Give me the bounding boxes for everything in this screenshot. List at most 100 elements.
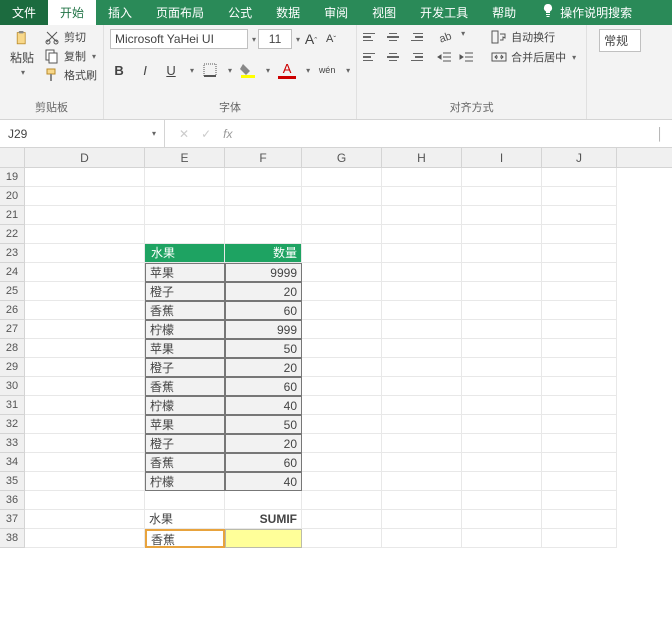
cell[interactable] [462,510,542,529]
merge-center-button[interactable]: 合并后居中▾ [491,49,576,65]
italic-button[interactable]: I [136,63,154,78]
cell[interactable] [25,301,145,320]
cell[interactable] [302,377,382,396]
column-header[interactable]: I [462,148,542,167]
row-header[interactable]: 21 [0,206,25,225]
cut-button[interactable]: 剪切 [44,29,97,45]
row-header[interactable]: 29 [0,358,25,377]
tab-data[interactable]: 数据 [264,0,312,25]
borders-button[interactable] [202,62,218,78]
cell[interactable] [542,510,617,529]
cell[interactable] [542,339,617,358]
cell[interactable] [302,472,382,491]
cell[interactable] [145,168,225,187]
row-header[interactable]: 22 [0,225,25,244]
cell[interactable]: 橙子 [145,282,225,301]
cell[interactable] [382,339,462,358]
cell[interactable] [382,282,462,301]
cell[interactable]: 50 [225,339,302,358]
cell[interactable]: 水果 [145,510,225,529]
cell[interactable] [302,244,382,263]
cell[interactable]: 40 [225,396,302,415]
cell[interactable] [542,225,617,244]
cell[interactable] [462,472,542,491]
cell[interactable] [462,529,542,548]
tab-formulas[interactable]: 公式 [216,0,264,25]
row-header[interactable]: 27 [0,320,25,339]
cell[interactable] [542,434,617,453]
cell[interactable] [25,396,145,415]
bold-button[interactable]: B [110,63,128,78]
cell[interactable] [145,187,225,206]
cell[interactable] [462,491,542,510]
cell[interactable] [302,263,382,282]
cell[interactable] [382,453,462,472]
increase-font-button[interactable]: Aˆ [302,31,320,47]
column-header[interactable]: G [302,148,382,167]
cell[interactable] [25,206,145,225]
cell[interactable] [145,491,225,510]
tab-help[interactable]: 帮助 [480,0,528,25]
cell[interactable] [542,282,617,301]
align-left-button[interactable] [363,49,379,65]
paste-button[interactable]: 粘贴 ▾ [6,29,38,79]
cell[interactable] [302,491,382,510]
underline-button[interactable]: U [162,63,180,78]
cell[interactable] [382,396,462,415]
cell[interactable] [25,320,145,339]
row-header[interactable]: 30 [0,377,25,396]
cell[interactable] [382,225,462,244]
cell[interactable]: 60 [225,453,302,472]
select-all-corner[interactable] [0,148,25,167]
cell[interactable] [302,282,382,301]
cell[interactable] [302,434,382,453]
tab-page-layout[interactable]: 页面布局 [144,0,216,25]
cell[interactable]: 数量 [225,244,302,263]
cell[interactable] [25,491,145,510]
cell[interactable] [382,187,462,206]
cell[interactable] [542,244,617,263]
tab-insert[interactable]: 插入 [96,0,144,25]
cell[interactable] [462,301,542,320]
cell[interactable] [542,415,617,434]
align-top-button[interactable] [363,29,379,45]
cell[interactable] [382,358,462,377]
row-header[interactable]: 24 [0,263,25,282]
cell[interactable]: 9999 [225,263,302,282]
cell[interactable] [25,510,145,529]
cell[interactable] [462,320,542,339]
row-header[interactable]: 38 [0,529,25,548]
cell[interactable] [462,434,542,453]
cell[interactable] [145,225,225,244]
cell[interactable] [382,206,462,225]
cell[interactable] [25,282,145,301]
cell[interactable]: 999 [225,320,302,339]
cell[interactable] [382,529,462,548]
cell[interactable] [462,377,542,396]
cell[interactable] [225,529,302,548]
cell[interactable] [542,263,617,282]
column-header[interactable]: H [382,148,462,167]
worksheet[interactable]: DEFGHIJ 1920212223水果数量24苹果999925橙子2026香蕉… [0,148,672,622]
cell[interactable] [25,339,145,358]
cell[interactable]: 40 [225,472,302,491]
cell[interactable] [25,187,145,206]
tab-developer[interactable]: 开发工具 [408,0,480,25]
align-center-button[interactable] [385,49,401,65]
row-header[interactable]: 23 [0,244,25,263]
cell[interactable]: 橙子 [145,358,225,377]
cell[interactable] [25,225,145,244]
format-painter-button[interactable]: 格式刷 [44,67,97,83]
row-header[interactable]: 35 [0,472,25,491]
cell[interactable] [462,206,542,225]
name-box[interactable]: J29 ▾ [0,120,165,147]
phonetic-button[interactable]: wén [318,65,336,75]
cell[interactable]: 香蕉 [145,377,225,396]
cell[interactable]: 柠檬 [145,396,225,415]
row-header[interactable]: 28 [0,339,25,358]
cell[interactable]: 香蕉 [145,453,225,472]
column-header[interactable]: F [225,148,302,167]
column-header[interactable]: D [25,148,145,167]
cell[interactable] [225,187,302,206]
cell[interactable] [302,301,382,320]
